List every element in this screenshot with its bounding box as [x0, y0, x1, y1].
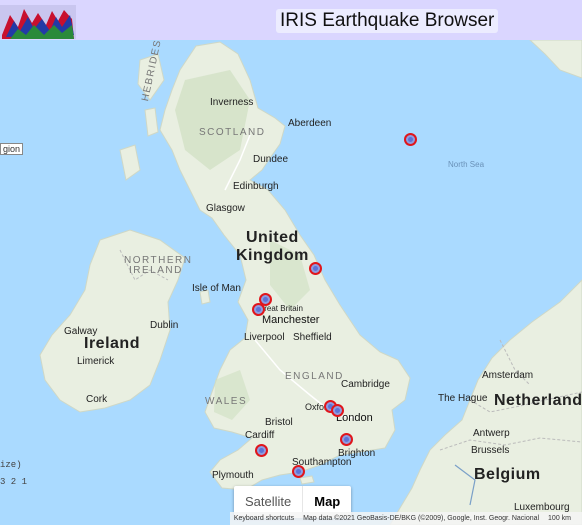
legend-magnitude-scale: 3 2 1 [0, 477, 28, 487]
edinburgh-label: Edinburgh [233, 181, 279, 192]
iris-logo-icon[interactable] [0, 5, 76, 39]
earthquake-marker[interactable] [309, 262, 322, 275]
wales-label: WALES [205, 396, 248, 407]
bristol-label: Bristol [265, 417, 293, 428]
north-sea-label: North Sea [448, 160, 485, 169]
netherlands-label: Netherlands [494, 392, 582, 409]
glasgow-label: Glasgow [206, 203, 245, 214]
cardiff-label: Cardiff [245, 430, 275, 441]
sheffield-label: Sheffield [293, 332, 332, 343]
earthquake-marker[interactable] [404, 133, 417, 146]
map-attribution: Map data ©2021 GeoBasis-DE/BKG (©2009), … [303, 515, 540, 522]
limerick-label: Limerick [77, 356, 115, 367]
dundee-label: Dundee [253, 154, 289, 165]
map-footer: Keyboard shortcuts Map data ©2021 GeoBas… [229, 512, 582, 525]
earthquake-marker[interactable] [252, 303, 265, 316]
antwerp-label: Antwerp [473, 428, 510, 439]
earthquake-marker[interactable] [255, 444, 268, 457]
plymouth-label: Plymouth [212, 470, 254, 481]
earthquake-marker[interactable] [340, 433, 353, 446]
earthquake-marker[interactable] [292, 465, 305, 478]
scotland-label: SCOTLAND [199, 127, 266, 138]
brussels-label: Brussels [471, 445, 510, 456]
manchester-label: Manchester [262, 314, 320, 326]
uk-label-line2: Kingdom [236, 247, 309, 264]
isle-of-man-label: Isle of Man [192, 283, 241, 294]
belgium-label: Belgium [474, 466, 541, 483]
dublin-label: Dublin [150, 320, 179, 331]
england-label: ENGLAND [285, 371, 344, 382]
aberdeen-label: Aberdeen [288, 118, 332, 129]
ireland-label: Ireland [84, 335, 140, 352]
amsterdam-label: Amsterdam [482, 370, 534, 381]
earthquake-marker[interactable] [331, 404, 344, 417]
region-select-control[interactable]: gion [0, 143, 24, 155]
inverness-label: Inverness [210, 97, 254, 108]
keyboard-shortcuts-link[interactable]: Keyboard shortcuts [234, 515, 294, 522]
cambridge-label: Cambridge [341, 379, 390, 390]
app-title: IRIS Earthquake Browser [276, 9, 499, 33]
header-bar: IRIS Earthquake Browser [0, 0, 582, 41]
the-hague-label: The Hague [438, 393, 488, 404]
liverpool-label: Liverpool [244, 332, 285, 343]
scale-label[interactable]: 100 km [548, 515, 571, 522]
legend-size-label: ize) [0, 460, 22, 470]
magnitude-legend: ize) 3 2 1 [0, 460, 27, 488]
map-area[interactable]: HEBRIDES Inverness Aberdeen SCOTLAND Dun… [0, 40, 582, 525]
uk-label-line1: United [246, 229, 299, 246]
cork-label: Cork [86, 394, 108, 405]
northern-ireland-label-2: IRELAND [129, 265, 183, 276]
